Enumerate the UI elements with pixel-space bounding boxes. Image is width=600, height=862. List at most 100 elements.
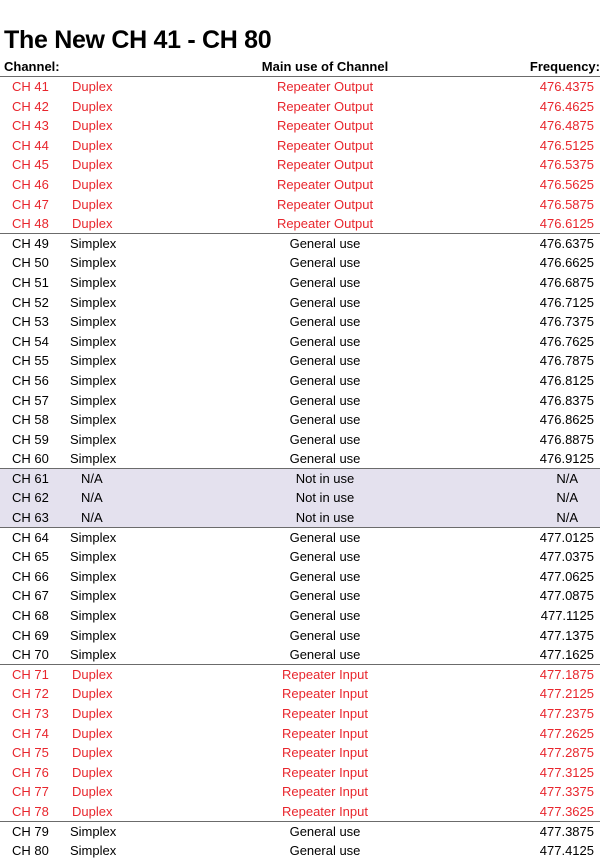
- frequency-cell: 477.0625: [539, 568, 594, 584]
- frequency-cell: 476.5875: [539, 196, 594, 212]
- table-row: CH 78 Duplex Repeater Input 477.3625: [0, 802, 600, 822]
- table-row: CH 68 Simplex General use 477.1125: [0, 606, 600, 626]
- frequency-cell: 477.1875: [539, 666, 594, 682]
- page-title: The New CH 41 - CH 80: [4, 26, 272, 54]
- use-cell: Not in use: [295, 510, 355, 526]
- frequency-cell: 476.6125: [539, 216, 594, 232]
- frequency-cell: 477.2375: [539, 706, 594, 721]
- table-row: CH 42 Duplex Repeater Output 476.4625: [0, 97, 600, 117]
- use-cell: Repeater Input: [281, 666, 368, 682]
- table-row: CH 80 Simplex General use 477.4125: [0, 841, 600, 861]
- table-row: CH 53 Simplex General use 476.7375: [0, 312, 600, 332]
- table-row: CH 46 Duplex Repeater Output 476.5625: [0, 175, 600, 195]
- table-row: CH 51 Simplex General use 476.6875: [0, 273, 600, 293]
- use-cell: General use: [289, 529, 361, 545]
- use-cell: General use: [289, 647, 361, 663]
- table-row: CH 63 N/A Not in use N/A: [0, 508, 600, 528]
- frequency-cell: 477.3875: [539, 823, 594, 839]
- use-cell: General use: [289, 627, 361, 643]
- frequency-cell: 476.7875: [539, 353, 594, 369]
- table-row: CH 44 Duplex Repeater Output 476.5125: [0, 136, 600, 156]
- use-cell: Repeater Input: [281, 764, 368, 780]
- use-cell: General use: [289, 314, 361, 330]
- use-cell: Repeater Output: [276, 137, 374, 153]
- use-cell: Repeater Output: [276, 79, 374, 94]
- frequency-cell: 476.8125: [539, 372, 594, 388]
- use-cell: General use: [289, 235, 361, 251]
- table-row: CH 56 Simplex General use 476.8125: [0, 371, 600, 391]
- use-cell: General use: [289, 294, 361, 310]
- use-cell: General use: [289, 412, 361, 428]
- table-header: Channel: Main use of Channel Frequency:: [0, 58, 600, 77]
- use-cell: Repeater Output: [276, 176, 374, 192]
- frequency-cell: 476.6625: [539, 255, 594, 271]
- use-cell: Repeater Input: [281, 803, 368, 819]
- frequency-cell: 477.3125: [539, 764, 594, 780]
- table-row: CH 69 Simplex General use 477.1375: [0, 626, 600, 646]
- frequency-cell: 476.4625: [539, 98, 594, 114]
- frequency-cell: 476.7625: [539, 333, 594, 349]
- use-cell: General use: [289, 392, 361, 408]
- table-row: CH 71 Duplex Repeater Input 477.1875: [0, 665, 600, 685]
- table-row: CH 77 Duplex Repeater Input 477.3375: [0, 782, 600, 802]
- header-frequency: Frequency:: [529, 59, 600, 74]
- channel-table: CH 41 Duplex Repeater Output 476.4375 CH 42 D…: [0, 77, 600, 861]
- frequency-cell: 476.5125: [539, 137, 594, 153]
- use-cell: General use: [289, 608, 361, 624]
- frequency-cell: 476.5375: [539, 157, 594, 173]
- table-row: CH 45 Duplex Repeater Output 476.5375: [0, 155, 600, 175]
- use-cell: General use: [289, 431, 361, 447]
- use-cell: Not in use: [295, 490, 355, 506]
- use-cell: General use: [289, 333, 361, 349]
- frequency-cell: 477.1375: [539, 627, 594, 643]
- frequency-cell: 476.8625: [539, 412, 594, 428]
- table-row: CH 66 Simplex General use 477.0625: [0, 567, 600, 587]
- table-row: CH 79 Simplex General use 477.3875: [0, 822, 600, 842]
- use-cell: Repeater Output: [276, 157, 374, 173]
- table-row: CH 61 N/A Not in use N/A: [0, 468, 600, 489]
- frequency-cell: 476.5625: [539, 176, 594, 192]
- table-row: CH 55 Simplex General use 476.7875: [0, 351, 600, 371]
- use-cell: Repeater Input: [281, 686, 368, 702]
- frequency-cell: 476.4375: [539, 79, 594, 94]
- use-cell: Repeater Output: [276, 118, 374, 134]
- frequency-cell: 476.6375: [539, 235, 594, 251]
- table-row: CH 54 Simplex General use 476.7625: [0, 332, 600, 352]
- frequency-cell: 477.0125: [539, 529, 594, 545]
- frequency-cell: 477.1125: [540, 608, 594, 624]
- table-row: CH 43 Duplex Repeater Output 476.4875: [0, 116, 600, 136]
- frequency-cell: N/A: [556, 490, 578, 506]
- frequency-cell: 477.2625: [539, 725, 594, 741]
- frequency-cell: 477.1625: [539, 647, 594, 663]
- frequency-cell: N/A: [556, 470, 578, 486]
- frequency-cell: 477.3375: [539, 784, 594, 800]
- table-row: CH 64 Simplex General use 477.0125: [0, 528, 600, 548]
- frequency-cell: 476.6875: [539, 274, 594, 290]
- use-cell: General use: [289, 274, 361, 290]
- frequency-cell: 477.2875: [539, 745, 594, 761]
- frequency-cell: 476.7375: [539, 314, 594, 330]
- use-cell: Repeater Input: [281, 784, 368, 800]
- frequency-cell: 477.0375: [539, 549, 594, 565]
- table-row: CH 72 Duplex Repeater Input 477.2125: [0, 684, 600, 704]
- use-cell: General use: [289, 568, 361, 584]
- frequency-cell: 476.7125: [539, 294, 594, 310]
- use-cell: General use: [289, 353, 361, 369]
- table-row: CH 57 Simplex General use 476.8375: [0, 391, 600, 411]
- use-cell: General use: [289, 843, 361, 859]
- use-cell: Repeater Input: [281, 706, 368, 721]
- frequency-cell: 477.2125: [539, 686, 594, 702]
- table-row: CH 62 N/A Not in use N/A: [0, 488, 600, 509]
- table-row: CH 74 Duplex Repeater Input 477.2625: [0, 724, 600, 744]
- table-row: CH 52 Simplex General use 476.7125: [0, 293, 600, 313]
- table-row: CH 58 Simplex General use 476.8625: [0, 410, 600, 430]
- frequency-cell: 477.0875: [539, 588, 594, 604]
- header-main-use: Main use of Channel: [261, 59, 389, 74]
- table-row: CH 70 Simplex General use 477.1625: [0, 645, 600, 665]
- use-cell: Repeater Input: [281, 725, 368, 741]
- frequency-cell: 476.8375: [539, 392, 594, 408]
- table-row: CH 41 Duplex Repeater Output 476.4375: [0, 77, 600, 97]
- frequency-cell: 476.4875: [539, 118, 594, 134]
- frequency-cell: 477.3625: [539, 803, 594, 819]
- use-cell: General use: [289, 451, 361, 467]
